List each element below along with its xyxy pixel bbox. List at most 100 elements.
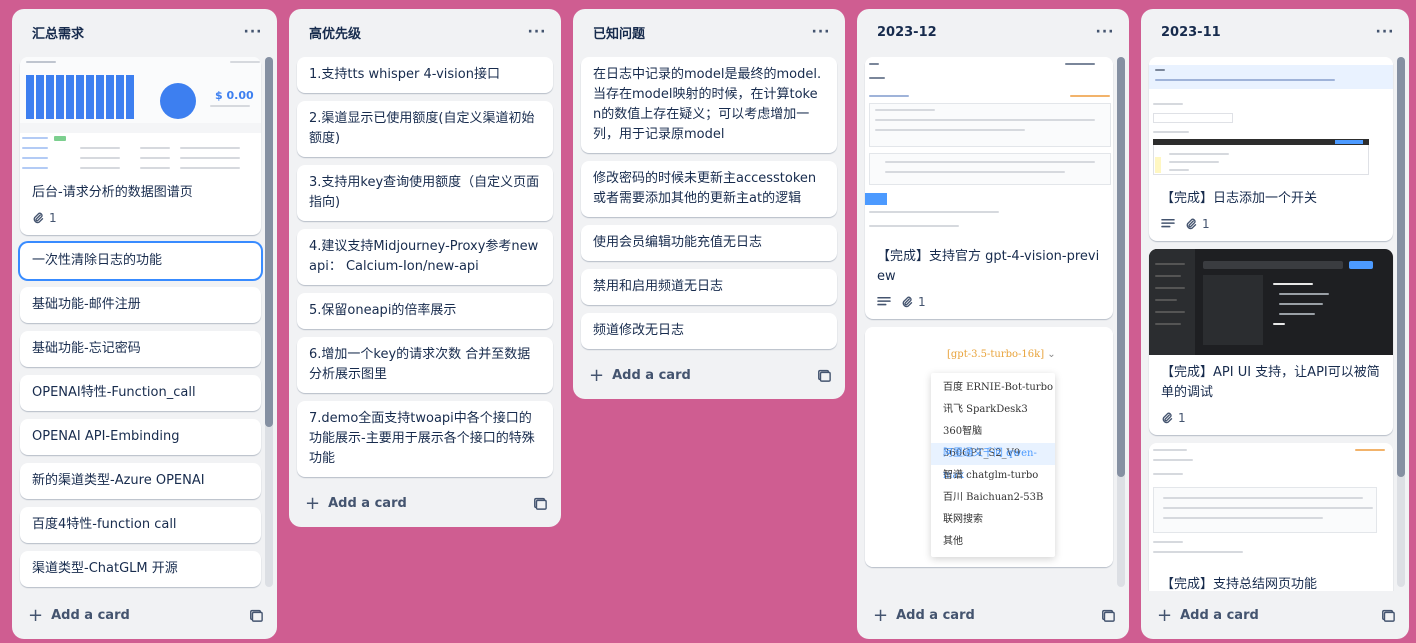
list-cards: 【完成】日志添加一个开关 1 【完成】API UI 支持，让API可以被简单的调… bbox=[1141, 55, 1409, 591]
scrollbar-thumb[interactable] bbox=[1117, 57, 1125, 477]
scrollbar[interactable] bbox=[1397, 57, 1405, 587]
card-title: 一次性清除日志的功能 bbox=[32, 253, 163, 268]
add-card-row: + Add a card bbox=[573, 351, 845, 399]
card[interactable]: OPENAI API-Embinding bbox=[20, 419, 261, 455]
add-card-button[interactable]: + Add a card bbox=[28, 605, 130, 626]
card[interactable]: 渠道类型-ChatGLM 开源 bbox=[20, 551, 261, 587]
card[interactable]: 修改密码的时候未更新主accesstoken或者需要添加其他的更新主at的逻辑 bbox=[581, 161, 837, 217]
card[interactable]: 7.demo全面支持twoapi中各个接口的功能展示-主要用于展示各个接口的特殊… bbox=[297, 401, 553, 477]
card-cover-image: $ 0.00 bbox=[20, 57, 261, 133]
add-card-button[interactable]: + Add a card bbox=[305, 493, 407, 514]
card-template-icon[interactable] bbox=[249, 608, 263, 622]
list-title[interactable]: 2023-11 bbox=[1161, 25, 1221, 40]
card[interactable]: 6.增加一个key的请求次数 合并至数据分析展示图里 bbox=[297, 337, 553, 393]
scrollbar[interactable] bbox=[1117, 57, 1125, 587]
list-cards: 在日志中记录的model是最终的model.当存在model映射的时候，在计算t… bbox=[573, 55, 845, 351]
list-known-issues: 已知问题 ··· 在日志中记录的model是最终的model.当存在model映… bbox=[573, 9, 845, 399]
card-template-icon[interactable] bbox=[817, 368, 831, 382]
card-title: 百度4特性-function call bbox=[32, 517, 177, 532]
card[interactable]: 使用会员编辑功能充值无日志 bbox=[581, 225, 837, 261]
list-2023-11: 2023-11 ··· 【完成】日志添加一个开关 1 【完成】API UI 支持… bbox=[1141, 9, 1409, 639]
card[interactable]: 5.保留oneapi的倍率展示 bbox=[297, 293, 553, 329]
list-menu-icon[interactable]: ··· bbox=[239, 18, 267, 46]
attachment-badge: 1 bbox=[901, 295, 926, 309]
card-cover-image bbox=[865, 57, 1113, 239]
card[interactable]: 基础功能-邮件注册 bbox=[20, 287, 261, 323]
plus-icon: + bbox=[305, 492, 321, 514]
dropdown-option: 其他 bbox=[943, 536, 963, 547]
card[interactable]: OPENAI特性-Function_call bbox=[20, 375, 261, 411]
list-title[interactable]: 已知问题 bbox=[593, 23, 645, 42]
list-menu-icon[interactable]: ··· bbox=[1091, 18, 1119, 46]
pie-chart-thumbnail bbox=[160, 83, 196, 119]
card-template-icon[interactable] bbox=[533, 496, 547, 510]
card-title: 渠道类型-ChatGLM 开源 bbox=[32, 561, 178, 576]
plus-icon: + bbox=[589, 364, 605, 386]
card[interactable]: 新的渠道类型-Azure OPENAI bbox=[20, 463, 261, 499]
card-title: 基础功能-邮件注册 bbox=[32, 297, 141, 312]
dropdown-option: 智谱 chatglm-turbo bbox=[943, 470, 1039, 481]
plus-icon: + bbox=[1157, 604, 1173, 626]
card[interactable]: 基础功能-忘记密码 bbox=[20, 331, 261, 367]
list-title[interactable]: 高优先级 bbox=[309, 23, 361, 42]
list-title[interactable]: 2023-12 bbox=[877, 25, 937, 40]
card[interactable]: 频道修改无日志 bbox=[581, 313, 837, 349]
card-cover-image bbox=[1149, 443, 1393, 567]
card-title: 禁用和启用频道无日志 bbox=[593, 279, 724, 294]
card[interactable]: 【完成】支持官方 gpt-4-vision-preview 1 bbox=[865, 57, 1113, 319]
card[interactable]: 禁用和启用频道无日志 bbox=[581, 269, 837, 305]
card-badges: 1 bbox=[1149, 217, 1393, 241]
card[interactable]: 3.支持用key查询使用额度（自定义页面指向) bbox=[297, 165, 553, 221]
card[interactable]: 4.建议支持Midjourney-Proxy参考newapi： Calcium-… bbox=[297, 229, 553, 285]
card[interactable]: $ 0.00 后台-请求分析的数据图谱页 1 bbox=[20, 57, 261, 235]
card-title: 新的渠道类型-Azure OPENAI bbox=[32, 473, 205, 488]
card-title: OPENAI特性-Function_call bbox=[32, 385, 196, 400]
scrollbar-thumb[interactable] bbox=[1397, 57, 1405, 477]
scrollbar-thumb[interactable] bbox=[265, 57, 273, 427]
card[interactable]: 一次性清除日志的功能 bbox=[20, 243, 261, 279]
add-card-button[interactable]: + Add a card bbox=[1157, 605, 1259, 626]
plus-icon: + bbox=[28, 604, 44, 626]
description-icon bbox=[1161, 218, 1175, 228]
card-title: 【完成】支持官方 gpt-4-vision-preview bbox=[877, 249, 1100, 284]
card-title: 6.增加一个key的请求次数 合并至数据分析展示图里 bbox=[309, 347, 531, 382]
card-title: 5.保留oneapi的倍率展示 bbox=[309, 303, 457, 318]
card-template-icon[interactable] bbox=[1381, 608, 1395, 622]
list-header: 已知问题 ··· bbox=[573, 9, 845, 55]
list-header: 高优先级 ··· bbox=[289, 9, 561, 55]
list-menu-icon[interactable]: ··· bbox=[1371, 18, 1399, 46]
card-cover-image bbox=[1149, 249, 1393, 355]
add-card-button[interactable]: + Add a card bbox=[589, 365, 691, 386]
paperclip-icon bbox=[33, 212, 44, 224]
list-menu-icon[interactable]: ··· bbox=[807, 18, 835, 46]
add-card-button[interactable]: + Add a card bbox=[873, 605, 975, 626]
list-cards: 【完成】支持官方 gpt-4-vision-preview 1 [gpt-3.5… bbox=[857, 55, 1129, 591]
description-icon bbox=[877, 296, 891, 306]
dropdown-option: 360智脑 360GPT_S2_V9 bbox=[943, 426, 1020, 459]
card[interactable]: 2.渠道显示已使用额度(自定义渠道初始额度) bbox=[297, 101, 553, 157]
card[interactable]: 百度4特性-function call bbox=[20, 507, 261, 543]
list-header: 2023-11 ··· bbox=[1141, 9, 1409, 55]
card[interactable]: 【完成】日志添加一个开关 1 bbox=[1149, 57, 1393, 241]
card-title: 基础功能-忘记密码 bbox=[32, 341, 141, 356]
card-title: 3.支持用key查询使用额度（自定义页面指向) bbox=[309, 175, 540, 210]
plus-icon: + bbox=[873, 604, 889, 626]
list-menu-icon[interactable]: ··· bbox=[523, 18, 551, 46]
card-title: 【完成】API UI 支持，让API可以被简单的调试 bbox=[1161, 365, 1380, 400]
card[interactable]: 【完成】支持总结网页功能 bbox=[1149, 443, 1393, 591]
card[interactable]: 在日志中记录的model是最终的model.当存在model映射的时候，在计算t… bbox=[581, 57, 837, 153]
chevron-down-icon: ⌄ bbox=[1047, 349, 1056, 360]
scrollbar[interactable] bbox=[265, 57, 273, 587]
card-cover-table bbox=[20, 133, 261, 175]
card[interactable]: [gpt-3.5-turbo-16k] ⌄ 百度 ERNIE-Bot-turbo… bbox=[865, 327, 1113, 567]
attachment-count: 1 bbox=[1178, 411, 1186, 425]
list-header: 汇总需求 ··· bbox=[12, 9, 277, 55]
card-template-icon[interactable] bbox=[1101, 608, 1115, 622]
card-title: 频道修改无日志 bbox=[593, 323, 685, 338]
card[interactable]: 【完成】API UI 支持，让API可以被简单的调试 1 bbox=[1149, 249, 1393, 435]
list-high-priority: 高优先级 ··· 1.支持tts whisper 4-vision接口 2.渠道… bbox=[289, 9, 561, 527]
model-select: [gpt-3.5-turbo-16k] ⌄ bbox=[947, 349, 1056, 360]
list-title[interactable]: 汇总需求 bbox=[32, 23, 84, 42]
add-card-row: + Add a card bbox=[289, 479, 561, 527]
card[interactable]: 1.支持tts whisper 4-vision接口 bbox=[297, 57, 553, 93]
